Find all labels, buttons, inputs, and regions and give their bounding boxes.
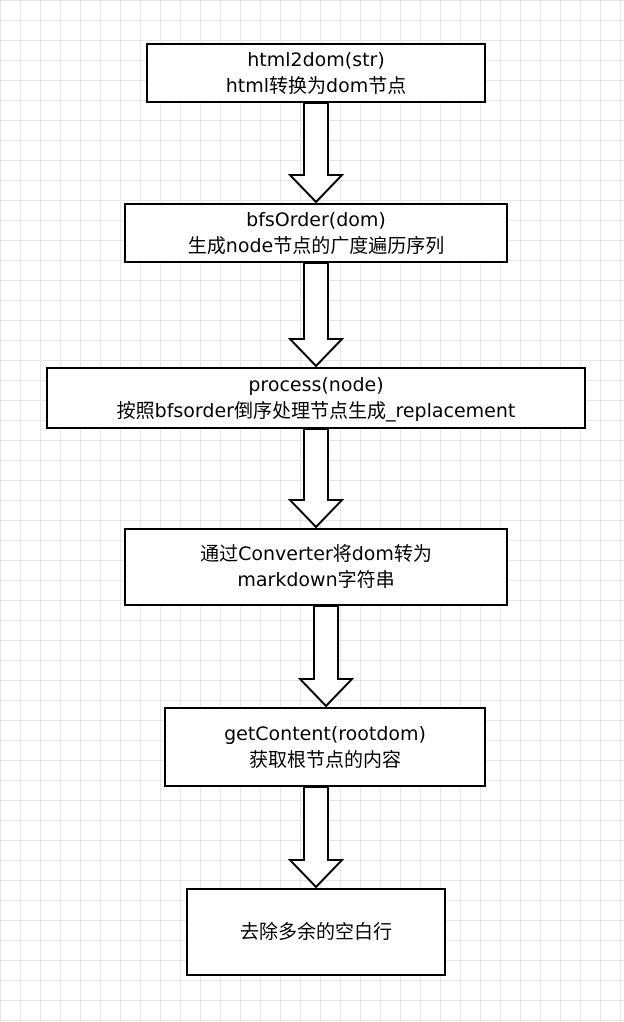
step-remove-blank-lines: 去除多余的空白行 [186,888,446,976]
step-html2dom-title: html2dom(str) [247,49,385,71]
step-html2dom: html2dom(str) html转换为dom节点 [146,43,486,103]
step-converter-title: 通过Converter将dom转为 [200,543,432,565]
step-bfsorder-desc: 生成node节点的广度遍历序列 [187,235,445,257]
arrow-down-icon [298,605,354,708]
step-process-desc: 按照bfsorder倒序处理节点生成_replacement [116,400,516,422]
arrow-down-icon [288,786,344,889]
step-process: process(node) 按照bfsorder倒序处理节点生成_replace… [46,367,586,429]
step-converter-desc: markdown字符串 [237,569,395,591]
step-converter: 通过Converter将dom转为 markdown字符串 [124,528,508,606]
step-bfsorder: bfsOrder(dom) 生成node节点的广度遍历序列 [124,203,508,263]
step-getcontent: getContent(rootdom) 获取根节点的内容 [164,707,486,787]
step-getcontent-desc: 获取根节点的内容 [248,749,401,771]
arrow-down-icon [288,262,344,368]
step-bfsorder-title: bfsOrder(dom) [246,209,386,231]
step-process-title: process(node) [248,374,384,396]
arrow-down-icon [288,102,344,204]
step-remove-blank-lines-title: 去除多余的空白行 [239,921,392,943]
step-getcontent-title: getContent(rootdom) [224,723,426,745]
flowchart-canvas: html2dom(str) html转换为dom节点 bfsOrder(dom)… [0,0,624,1022]
step-html2dom-desc: html转换为dom节点 [225,75,407,97]
arrow-down-icon [288,428,344,529]
